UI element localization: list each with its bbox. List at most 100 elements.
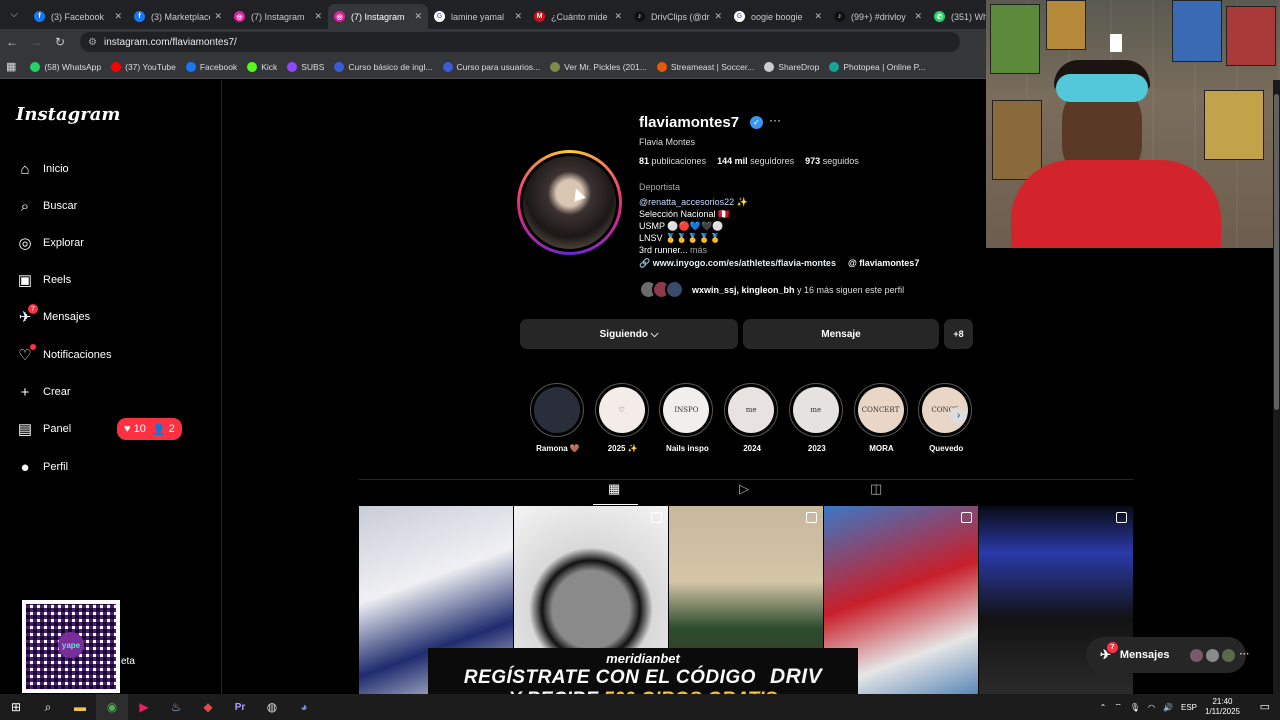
back-icon[interactable]: ←: [0, 35, 24, 49]
bookmark[interactable]: Ver Mr. Pickles (201...: [550, 61, 647, 72]
highlight[interactable]: CONCERT MORA: [853, 383, 910, 453]
followed-by[interactable]: wxwin_ssj, kingleon_bh y 16 más siguen e…: [639, 280, 904, 299]
sidebar-item-mensajes[interactable]: ✈ 7 Mensajes: [16, 304, 90, 328]
bookmark-label: Curso básico de ingl...: [348, 61, 433, 72]
browser-tab[interactable]: Googie boogie ✕: [728, 4, 828, 29]
more-options-icon[interactable]: ···: [769, 113, 781, 127]
messages-floating-button[interactable]: ✈ 7 Mensajes ···: [1086, 637, 1249, 673]
profile-avatar[interactable]: [517, 150, 622, 255]
notification-dot: [30, 344, 36, 350]
chrome-icon[interactable]: ◉: [96, 694, 128, 720]
close-tab-icon[interactable]: ✕: [514, 11, 522, 22]
reload-icon[interactable]: ↻: [48, 35, 72, 49]
bookmark[interactable]: Photopea | Online P...: [829, 61, 925, 72]
windows-start-icon[interactable]: ⊞: [0, 694, 32, 720]
browser-tab[interactable]: Glamine yamal ✕: [428, 4, 528, 29]
bookmark[interactable]: (37) YouTube: [111, 61, 176, 72]
browser-tab[interactable]: ◎ (7) Instagram ✕: [328, 4, 428, 29]
close-tab-icon[interactable]: ✕: [414, 11, 422, 22]
site-info-icon[interactable]: ⚙: [88, 37, 97, 48]
steam-icon[interactable]: ♨: [160, 694, 192, 720]
following-stat[interactable]: 973 seguidos: [805, 156, 859, 166]
ad-brand: meridianbet: [606, 651, 680, 666]
bookmark[interactable]: Curso para usuarios...: [442, 61, 540, 72]
heart-icon: ♥: [124, 423, 131, 435]
discord-icon[interactable]: ◕: [288, 694, 320, 720]
bookmark[interactable]: SUBS: [287, 61, 324, 72]
language-indicator[interactable]: ESP: [1181, 703, 1197, 712]
tray-overflow-icon[interactable]: ⌃: [1100, 703, 1107, 712]
sidebar-item-explorar[interactable]: ◎ Explorar: [16, 232, 84, 254]
close-tab-icon[interactable]: ✕: [114, 11, 122, 22]
posts-tab[interactable]: ▦: [608, 481, 620, 497]
close-tab-icon[interactable]: ✕: [714, 11, 722, 22]
tab-favicon-icon: f: [34, 11, 45, 22]
bio-mention[interactable]: @renatta_accesorios22 ✨: [639, 196, 748, 208]
obs-icon[interactable]: ◍: [256, 694, 288, 720]
mic-icon[interactable]: 🎙: [1130, 703, 1140, 712]
bookmark[interactable]: (58) WhatsApp: [30, 61, 101, 72]
highlight[interactable]: Ramona 🤎: [530, 383, 586, 453]
bookmark[interactable]: Facebook: [185, 61, 237, 72]
forward-icon[interactable]: →: [24, 35, 48, 49]
reels-tab[interactable]: ▷: [739, 481, 749, 497]
bookmark[interactable]: Curso básico de ingl...: [334, 61, 433, 72]
sidebar-item-buscar[interactable]: ⌕ Buscar: [16, 195, 77, 217]
highlights-next-icon[interactable]: ›: [950, 407, 967, 424]
followers-stat[interactable]: 144 mil seguidores: [717, 156, 794, 166]
tab-search-button[interactable]: ⌵: [0, 0, 28, 29]
threads-link[interactable]: @ flaviamontes7: [848, 258, 919, 268]
browser-tab[interactable]: ◎ (7) Instagram ✕: [228, 4, 328, 29]
notification-center-icon[interactable]: ▭: [1260, 700, 1270, 713]
bio-mention-text: @renatta_accesorios22 ✨: [639, 197, 748, 207]
close-tab-icon[interactable]: ✕: [614, 11, 622, 22]
browser-tab[interactable]: f (3) Marketplace ✕: [128, 4, 228, 29]
sidebar-item-inicio[interactable]: ⌂ Inicio: [16, 158, 68, 180]
following-button[interactable]: Siguiendo ⌵: [520, 319, 738, 349]
url-bar[interactable]: ⚙ instagram.com/flaviamontes7/: [80, 32, 960, 52]
bio-more-link[interactable]: más: [690, 245, 707, 255]
bio-last-line: 3rd runner... más: [639, 244, 707, 256]
suggest-users-button[interactable]: +8: [944, 319, 973, 349]
highlight[interactable]: INSPO Nails inspo: [659, 383, 715, 453]
browser-tab[interactable]: f (3) Facebook ✕: [28, 4, 128, 29]
highlight-label: MORA: [869, 444, 894, 453]
browser-tab[interactable]: M ¿Cuánto mide ✕: [528, 4, 628, 29]
url-text: instagram.com/flaviamontes7/: [103, 36, 237, 48]
search-icon[interactable]: ⌕: [32, 694, 64, 720]
bookmark[interactable]: ShareDrop: [764, 61, 819, 72]
highlight[interactable]: me 2024: [724, 383, 780, 453]
notifications-pill[interactable]: ♥ 10 👤 2: [117, 418, 182, 440]
bookmark[interactable]: Streameast | Soccer...: [656, 61, 754, 72]
close-tab-icon[interactable]: ✕: [214, 11, 222, 22]
file-explorer-icon[interactable]: ▬: [64, 694, 96, 720]
sidebar-item-reels[interactable]: ▣ Reels: [16, 269, 71, 291]
bookmark[interactable]: Kick: [247, 61, 277, 72]
premiere-icon[interactable]: Pr: [224, 694, 256, 720]
highlight[interactable]: me 2023: [788, 383, 845, 453]
sidebar-item-panel[interactable]: ▤ Panel: [16, 418, 71, 440]
followers-count: 144 mil: [717, 156, 748, 166]
external-link[interactable]: 🔗 www.inyogo.com/es/athletes/flavia-mont…: [639, 258, 836, 269]
instagram-logo[interactable]: Instagram: [16, 104, 120, 125]
highlight[interactable]: ♡ 2025 ✨: [594, 383, 651, 453]
close-tab-icon[interactable]: ✕: [914, 11, 922, 22]
apps-icon[interactable]: ▦: [6, 60, 16, 73]
sidebar-item-perfil[interactable]: ● Perfil: [16, 456, 68, 478]
media-player-icon[interactable]: ▶: [128, 694, 160, 720]
volume-icon[interactable]: 🔊: [1163, 703, 1173, 712]
sidebar-item-notificaciones[interactable]: ♡ Notificaciones: [16, 344, 111, 366]
browser-tab[interactable]: ♪ DrivClips (@dr ✕: [628, 4, 728, 29]
tagged-tab[interactable]: ◫: [870, 481, 882, 497]
streamlabs-icon[interactable]: ◆: [192, 694, 224, 720]
close-tab-icon[interactable]: ✕: [314, 11, 322, 22]
clock[interactable]: 21:40 1/11/2025: [1205, 697, 1240, 717]
close-tab-icon[interactable]: ✕: [814, 11, 822, 22]
browser-tab[interactable]: ♪ (99+) #drivloy ✕: [828, 4, 928, 29]
page-scrollbar[interactable]: [1273, 80, 1280, 694]
network-icon[interactable]: ⌔: [1114, 702, 1122, 712]
bookmark-icon: [247, 61, 258, 72]
message-button[interactable]: Mensaje: [743, 319, 939, 349]
sidebar-item-crear[interactable]: + Crear: [16, 381, 71, 403]
wifi-icon[interactable]: ◠: [1148, 703, 1155, 712]
